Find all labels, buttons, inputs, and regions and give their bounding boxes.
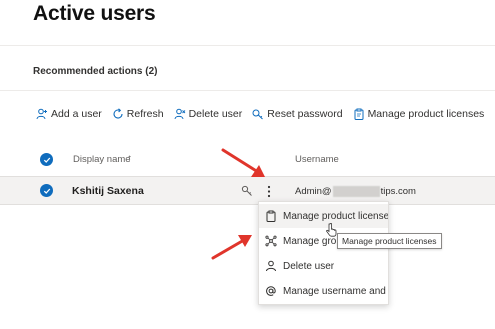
reset-password-label: Reset password — [267, 108, 343, 120]
delete-user-label: Delete user — [188, 108, 243, 120]
add-user-label: Add a user — [51, 108, 102, 120]
menu-item-label: Delete user — [283, 260, 335, 272]
redacted-domain — [332, 186, 380, 197]
table-row[interactable]: Kshitij Saxena Admin@ tips.com — [0, 176, 495, 205]
title-divider — [0, 45, 495, 46]
section-divider — [0, 90, 495, 91]
delete-user-button[interactable]: Delete user — [174, 108, 243, 120]
username-header[interactable]: Username — [295, 154, 339, 165]
groups-icon — [265, 235, 277, 247]
license-icon — [266, 210, 276, 222]
annotation-arrow-bottom — [211, 235, 252, 260]
menu-item-delete-user[interactable]: Delete user — [259, 254, 388, 278]
sort-ascending-icon[interactable]: ↑ — [127, 153, 132, 164]
user-display-name[interactable]: Kshitij Saxena — [72, 185, 144, 197]
refresh-button[interactable]: Refresh — [112, 108, 164, 120]
reset-password-button[interactable]: Reset password — [252, 108, 343, 120]
person-icon — [266, 260, 276, 272]
tooltip: Manage product licenses — [337, 233, 442, 249]
username-suffix: tips.com — [380, 186, 416, 197]
recommended-actions[interactable]: Recommended actions (2) — [33, 66, 157, 77]
person-delete-icon — [174, 108, 185, 120]
menu-item-manage-licenses[interactable]: Manage product licenses — [259, 204, 388, 228]
at-icon — [266, 286, 276, 296]
table-header: Display name ↑ Username — [0, 146, 495, 174]
checkmark-icon — [43, 157, 50, 163]
manage-licenses-label: Manage product licenses — [367, 108, 485, 120]
manage-licenses-button[interactable]: Manage product licenses — [353, 108, 485, 120]
key-icon[interactable] — [241, 185, 253, 197]
menu-item-label: Manage product licenses — [283, 210, 388, 222]
row-checkbox[interactable] — [40, 184, 53, 197]
key-icon — [252, 109, 264, 120]
user-username: Admin@ tips.com — [295, 186, 416, 197]
menu-item-manage-username-email[interactable]: Manage username and email — [259, 279, 388, 303]
menu-item-label: Manage username and email — [283, 285, 388, 297]
username-prefix: Admin@ — [295, 186, 332, 197]
page-title: Active users — [33, 2, 156, 25]
refresh-icon — [113, 108, 123, 119]
refresh-label: Refresh — [126, 108, 164, 120]
more-vertical-icon[interactable] — [266, 185, 272, 198]
display-name-header[interactable]: Display name — [73, 154, 131, 165]
toolbar: Add a user Refresh Delete user Reset pas… — [36, 106, 495, 122]
checkmark-icon — [43, 188, 50, 194]
select-all-checkbox[interactable] — [40, 153, 53, 166]
mouse-cursor-icon — [326, 223, 337, 237]
user-context-menu: Manage product licenses Manage groups De… — [258, 201, 389, 305]
license-icon — [354, 108, 364, 120]
person-add-icon — [36, 108, 47, 120]
add-user-button[interactable]: Add a user — [36, 108, 102, 120]
